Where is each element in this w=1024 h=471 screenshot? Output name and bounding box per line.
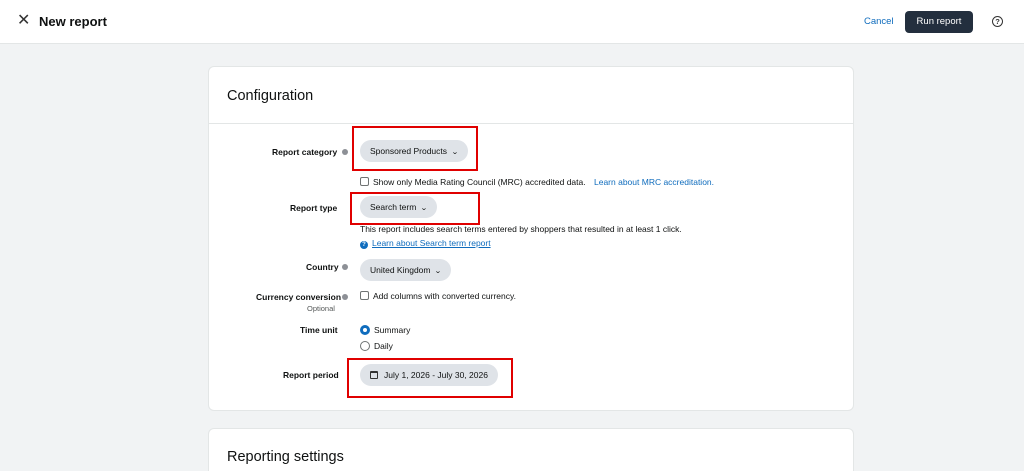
time-unit-label: Time unit [300,325,338,335]
help-circle-icon: ? [360,241,368,249]
chevron-down-icon: ⌄ [451,149,459,156]
currency-conversion-label: Currency conversion [256,292,342,302]
chevron-down-icon: ⌄ [420,205,429,212]
page-title: New report [39,14,107,29]
report-period-picker[interactable]: July 1, 2026 - July 30, 2026 [360,364,498,386]
country-label: Country [306,262,339,272]
reporting-settings-card: Reporting settings [208,428,854,471]
report-type-learn[interactable]: ? Learn about Search term report [360,238,491,249]
reporting-settings-title: Reporting settings [227,449,344,465]
close-icon[interactable]: ✕ [17,13,31,29]
currency-checkbox[interactable] [360,291,369,300]
chevron-down-icon: ⌄ [434,268,443,275]
country-info-icon[interactable] [342,264,348,270]
search-term-learn-link[interactable]: Learn about Search term report [372,238,491,248]
mrc-checkbox[interactable] [360,177,369,186]
report-category-info-icon[interactable] [342,149,348,155]
mrc-learn-link[interactable]: Learn about MRC accreditation. [594,177,714,187]
report-category-dropdown[interactable]: Sponsored Products ⌄ [360,140,468,162]
radio-daily[interactable] [360,341,370,351]
currency-checkbox-label: Add columns with converted currency. [373,291,516,301]
report-period-value: July 1, 2026 - July 30, 2026 [384,370,488,380]
cancel-button[interactable]: Cancel [864,16,894,27]
report-category-value: Sponsored Products [370,146,448,156]
report-type-value: Search term [370,202,417,212]
report-period-label: Report period [283,370,339,380]
currency-optional-label: Optional [307,304,335,313]
divider [209,123,853,124]
configuration-title: Configuration [227,88,314,104]
report-type-description: This report includes search terms entere… [360,224,682,234]
mrc-checkbox-label: Show only Media Rating Council (MRC) acc… [373,177,586,187]
top-bar: ✕ New report Cancel Run report ? [0,0,1024,44]
radio-daily-label: Daily [374,341,393,351]
radio-summary[interactable] [360,325,370,335]
report-category-label: Report category [272,147,338,157]
help-icon[interactable]: ? [992,16,1003,27]
report-type-dropdown[interactable]: Search term ⌄ [360,196,438,218]
radio-summary-label: Summary [374,325,411,335]
report-type-label: Report type [290,203,338,213]
currency-info-icon[interactable] [342,294,348,300]
country-dropdown[interactable]: United Kingdom ⌄ [360,259,452,281]
configuration-card: Configuration [208,66,854,411]
calendar-icon [370,371,378,379]
run-report-button[interactable]: Run report [905,11,973,33]
country-value: United Kingdom [370,265,431,275]
